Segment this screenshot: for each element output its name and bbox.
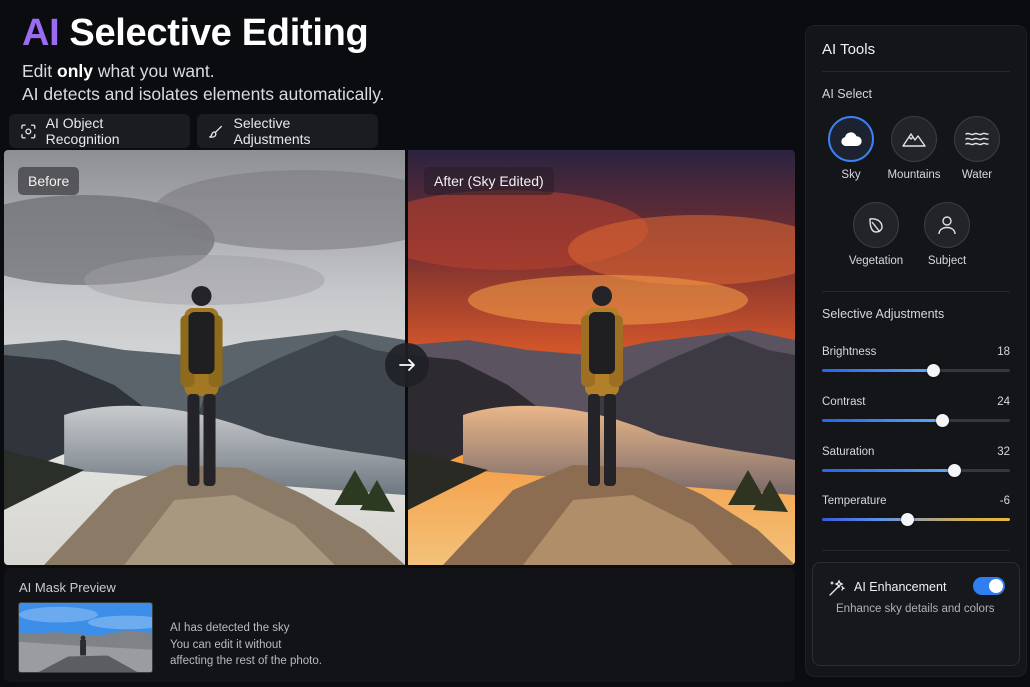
divider — [822, 550, 1010, 551]
enhancement-subtitle: Enhance sky details and colors — [836, 603, 995, 615]
slider-label: Temperature — [822, 495, 887, 507]
arrow-right-icon — [399, 359, 415, 371]
contrast-slider[interactable]: Contrast 24 — [822, 396, 1012, 427]
ai-select-heading: AI Select — [822, 87, 873, 101]
subtitle-line-2: AI detects and isolates elements automat… — [22, 84, 385, 104]
mask-description: AI has detected the sky You can edit it … — [170, 620, 322, 670]
magic-wand-icon — [829, 579, 846, 596]
slider-label: Brightness — [822, 346, 877, 358]
subtitle-line-1: Edit only what you want. — [22, 61, 215, 82]
person-icon — [938, 216, 956, 235]
mask-preview-title: AI Mask Preview — [19, 580, 116, 595]
tool-subject[interactable]: Subject — [917, 202, 977, 267]
tool-label: Subject — [927, 255, 967, 267]
enhancement-title: AI Enhancement — [854, 580, 947, 594]
saturation-slider[interactable]: Saturation 32 — [822, 446, 1012, 477]
slider-label: Saturation — [822, 446, 875, 458]
tool-label: Vegetation — [848, 255, 904, 267]
divider — [822, 71, 1010, 72]
mountain-icon — [902, 133, 926, 147]
title-accent: AI — [22, 12, 60, 54]
after-photo: After (Sky Edited) — [408, 150, 795, 565]
panel-title: AI Tools — [822, 41, 876, 58]
compare-arrow-button[interactable] — [385, 343, 429, 387]
tool-label: Sky — [841, 169, 861, 181]
ai-object-recognition-chip[interactable]: AI Object Recognition — [9, 114, 190, 148]
ai-enhancement-card: AI Enhancement Enhance sky details and c… — [812, 562, 1020, 666]
slider-fill — [822, 369, 933, 372]
mask-image — [19, 603, 152, 672]
mask-preview-panel: AI Mask Preview AI has detected the sky … — [4, 568, 795, 682]
temperature-slider[interactable]: Temperature -6 — [822, 495, 1012, 526]
slider-thumb[interactable] — [926, 364, 940, 377]
slider-value: 18 — [997, 346, 1010, 358]
mask-thumbnail[interactable] — [18, 602, 153, 673]
before-scene — [4, 150, 405, 565]
divider — [822, 291, 1010, 292]
slider-fill — [822, 419, 943, 422]
slider-track[interactable] — [822, 464, 1010, 477]
ai-tools-panel: AI Tools AI Select Sky Mountains Water V… — [805, 25, 1027, 677]
leaf-icon — [869, 218, 883, 233]
waves-icon — [965, 132, 989, 146]
page-title: AI Selective Editing — [22, 12, 369, 55]
cloud-icon — [841, 132, 862, 146]
tool-mountains[interactable]: Mountains — [884, 116, 944, 181]
scan-icon — [21, 123, 36, 139]
enhancement-toggle[interactable] — [973, 577, 1005, 595]
subtitle-pre: Edit — [22, 61, 58, 81]
before-label: Before — [18, 167, 80, 195]
mask-line-1: AI has detected the sky — [170, 622, 290, 634]
slider-thumb[interactable] — [947, 464, 961, 477]
tool-label: Water — [961, 169, 993, 181]
selective-adjustments-heading: Selective Adjustments — [822, 307, 945, 321]
slider-label: Contrast — [822, 396, 866, 408]
subtitle-bold: only — [57, 61, 94, 81]
slider-track[interactable] — [822, 364, 1010, 377]
mask-line-3: affecting the rest of the photo. — [170, 655, 322, 667]
slider-value: 24 — [997, 396, 1010, 408]
before-photo: Before — [4, 150, 405, 565]
selective-adjustments-chip[interactable]: Selective Adjustments — [197, 114, 378, 148]
slider-track[interactable] — [822, 414, 1010, 427]
tool-sky[interactable]: Sky — [821, 116, 881, 181]
slider-fill — [822, 469, 954, 472]
brush-icon — [209, 125, 223, 138]
slider-track[interactable] — [822, 513, 1010, 526]
chip-label: Selective Adjustments — [233, 115, 311, 147]
brightness-slider[interactable]: Brightness 18 — [822, 346, 1012, 377]
slider-thumb[interactable] — [936, 414, 950, 427]
chip-label: AI Object Recognition — [45, 115, 120, 147]
subtitle-post: what you want. — [93, 61, 215, 81]
slider-value: 32 — [997, 446, 1010, 458]
tool-label: Mountains — [887, 169, 941, 181]
tool-water[interactable]: Water — [947, 116, 1007, 181]
slider-thumb[interactable] — [900, 513, 914, 526]
after-label: After (Sky Edited) — [424, 167, 554, 195]
after-scene — [408, 150, 795, 565]
title-text: Selective Editing — [69, 12, 369, 54]
slider-value: -6 — [999, 495, 1010, 507]
tool-vegetation[interactable]: Vegetation — [846, 202, 906, 267]
mask-line-2: You can edit it without — [170, 638, 282, 651]
